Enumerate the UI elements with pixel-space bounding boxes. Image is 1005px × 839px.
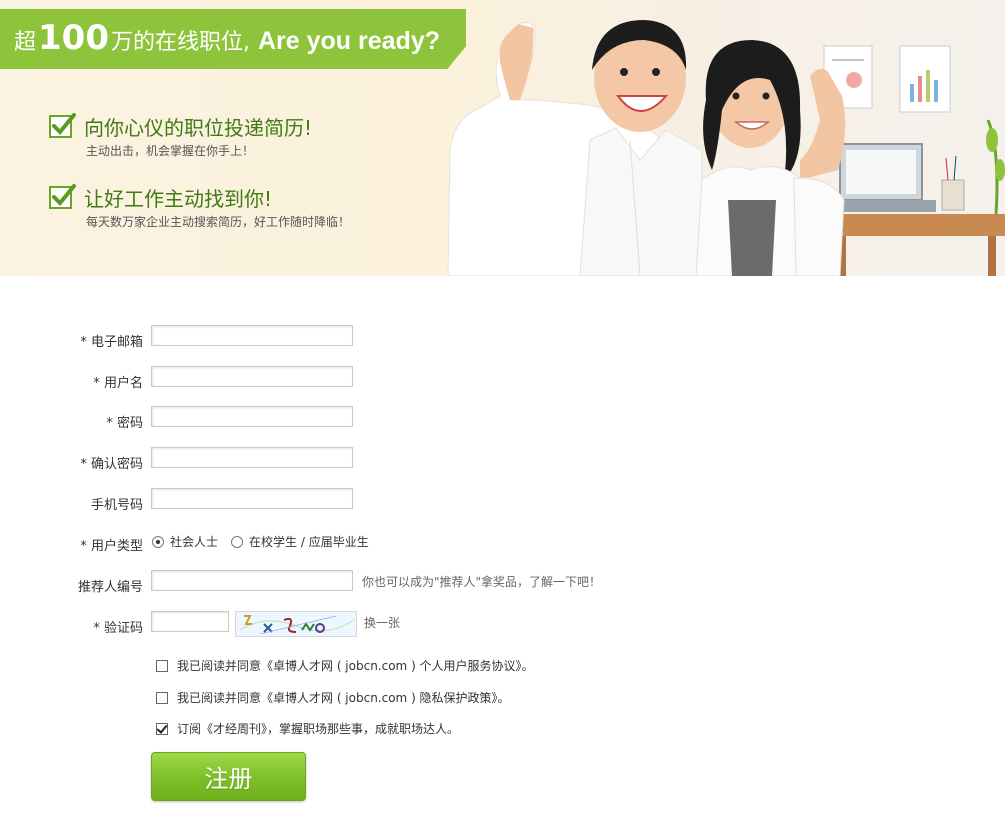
phone-row: 手机号码 xyxy=(0,488,1005,518)
referrer-row: 推荐人编号 你也可以成为"推荐人"拿奖品，了解一下吧！ xyxy=(0,570,1005,600)
promo-banner: 超 100 万的在线职位, Are you ready? 向你心仪的职位投递简历… xyxy=(0,0,1005,276)
feature-title: 让好工作主动找到你! xyxy=(84,187,273,211)
banner-headline: 超 100 万的在线职位, Are you ready? xyxy=(14,18,440,62)
captcha-row: * 验证码 换一张 xyxy=(0,611,1005,641)
user-type-label: * 用户类型 xyxy=(80,539,143,554)
referrer-label: 推荐人编号 xyxy=(77,580,143,595)
subscribe-checkbox[interactable] xyxy=(156,722,168,735)
phone-field[interactable] xyxy=(151,488,353,509)
email-label: * 电子邮箱 xyxy=(80,335,143,350)
captcha-image[interactable] xyxy=(235,611,357,637)
agree-terms-row: 我已阅读并同意《卓博人才网 ( jobcn.com ) 个人用户服务协议》。 xyxy=(156,657,534,674)
headline-prefix: 超 xyxy=(14,30,37,55)
captcha-refresh-link[interactable]: 换一张 xyxy=(364,614,400,631)
password-field[interactable] xyxy=(151,406,353,427)
feature-subtitle: 主动出击，机会掌握在你手上！ xyxy=(86,144,255,158)
user-type-radio-student[interactable] xyxy=(231,535,244,548)
username-label: * 用户名 xyxy=(93,376,143,391)
confirm-password-row: * 确认密码 xyxy=(0,447,1005,477)
username-row: * 用户名 xyxy=(0,366,1005,396)
referrer-hint-link[interactable]: 你也可以成为"推荐人"拿奖品，了解一下吧！ xyxy=(362,573,601,590)
banner-people-photo xyxy=(447,20,1005,276)
headline-suffix: 万的在线职位, xyxy=(111,30,250,55)
confirm-password-label: * 确认密码 xyxy=(80,457,143,472)
user-type-option-label[interactable]: 在校学生 / 应届毕业生 xyxy=(249,533,369,550)
captcha-label: * 验证码 xyxy=(93,621,143,636)
checkmark-icon xyxy=(49,184,76,209)
user-type-radio-group: 社会人士 在校学生 / 应届毕业生 xyxy=(152,533,369,550)
headline-english: Are you ready? xyxy=(258,27,441,55)
referrer-field[interactable] xyxy=(151,570,353,591)
feature-subtitle: 每天数万家企业主动搜索简历，好工作随时降临！ xyxy=(86,215,351,229)
agree-privacy-label[interactable]: 我已阅读并同意《卓博人才网 ( jobcn.com ) 隐私保护政策》。 xyxy=(177,689,510,706)
captcha-field[interactable] xyxy=(151,611,229,632)
agree-privacy-checkbox[interactable] xyxy=(156,691,168,704)
subscribe-row: 订阅《才经周刊》，掌握职场那些事，成就职场达人。 xyxy=(156,720,459,737)
agree-terms-label[interactable]: 我已阅读并同意《卓博人才网 ( jobcn.com ) 个人用户服务协议》。 xyxy=(177,657,534,674)
username-field[interactable] xyxy=(151,366,353,387)
password-label: * 密码 xyxy=(106,416,143,431)
phone-label: 手机号码 xyxy=(90,498,143,513)
email-row: * 电子邮箱 xyxy=(0,325,1005,355)
feature-title: 向你心仪的职位投递简历! xyxy=(84,116,313,140)
user-type-option-label[interactable]: 社会人士 xyxy=(170,533,218,550)
checkmark-icon xyxy=(49,113,76,138)
headline-number: 100 xyxy=(38,18,109,58)
agree-terms-checkbox[interactable] xyxy=(156,659,168,672)
user-type-row: * 用户类型 社会人士 在校学生 / 应届毕业生 xyxy=(0,529,1005,559)
email-field[interactable] xyxy=(151,325,353,346)
subscribe-label[interactable]: 订阅《才经周刊》，掌握职场那些事，成就职场达人。 xyxy=(177,720,459,737)
user-type-radio-professional[interactable] xyxy=(152,535,164,548)
confirm-password-field[interactable] xyxy=(151,447,353,468)
agree-privacy-row: 我已阅读并同意《卓博人才网 ( jobcn.com ) 隐私保护政策》。 xyxy=(156,689,510,706)
register-button[interactable]: 注册 xyxy=(151,752,306,801)
password-row: * 密码 xyxy=(0,406,1005,436)
